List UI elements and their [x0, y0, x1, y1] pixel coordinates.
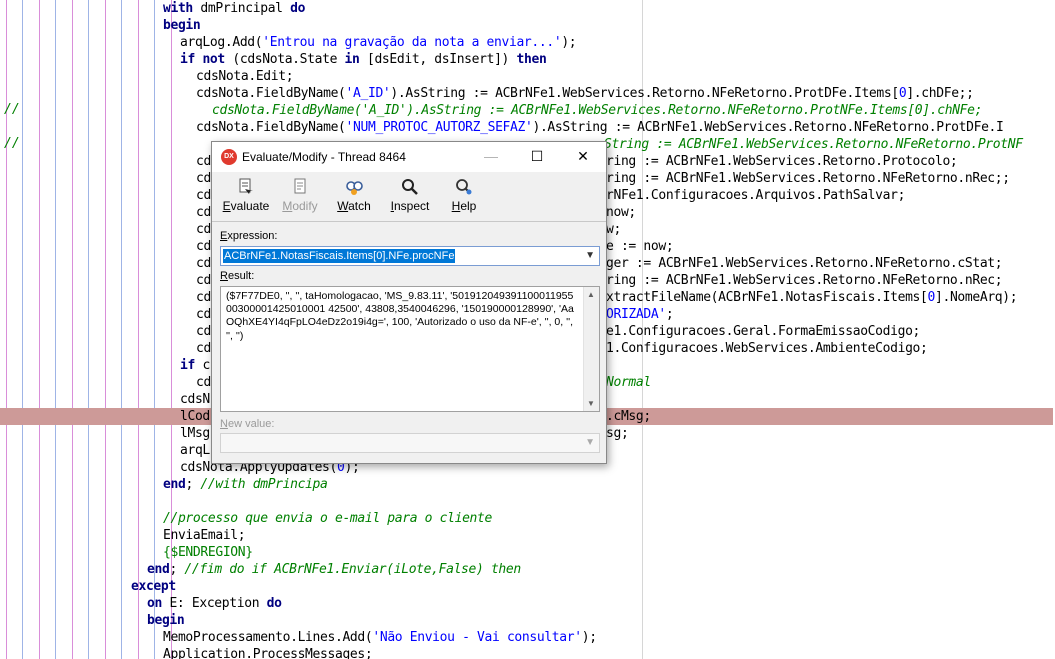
- result-label: Result:: [220, 270, 255, 282]
- code-line[interactable]: ring := ACBrNFe1.WebServices.Retorno.NFe…: [606, 272, 1003, 289]
- comment-slashes: //: [4, 136, 20, 151]
- block-guide: [88, 0, 89, 659]
- new-value-combobox[interactable]: ▼: [220, 433, 600, 453]
- code-line[interactable]: ger := ACBrNFe1.WebServices.Retorno.NFeR…: [606, 255, 1003, 272]
- code-line[interactable]: arqL: [180, 442, 210, 459]
- evaluate-button[interactable]: Evaluate: [222, 178, 270, 218]
- code-line[interactable]: //processo que envia o e-mail para o cli…: [163, 510, 492, 527]
- watch-icon: [346, 181, 363, 195]
- code-line[interactable]: cd: [196, 272, 211, 289]
- code-line[interactable]: cd: [196, 374, 211, 391]
- block-guide: [72, 0, 73, 659]
- code-line[interactable]: cd: [196, 170, 211, 187]
- code-line[interactable]: ring := ACBrNFe1.WebServices.Retorno.NFe…: [606, 170, 1010, 187]
- block-guide: [121, 0, 122, 659]
- code-line[interactable]: end; //with dmPrincipa: [163, 476, 328, 493]
- code-line[interactable]: sg;: [606, 425, 629, 442]
- code-line[interactable]: ring := ACBrNFe1.WebServices.Retorno.Pro…: [606, 153, 958, 170]
- code-line[interactable]: cdsNota.FieldByName('NUM_PROTOC_AUTORZ_S…: [196, 119, 1004, 136]
- code-line[interactable]: on E: Exception do: [147, 595, 282, 612]
- inspect-button[interactable]: Inspect: [388, 178, 432, 218]
- dialog-title: Evaluate/Modify - Thread 8464: [242, 150, 406, 164]
- result-textbox[interactable]: ($7F77DE0, '', '', taHomologacao, 'MS_9.…: [220, 286, 600, 412]
- code-line[interactable]: cdsNota.Edit;: [196, 68, 294, 85]
- code-line[interactable]: e1.Configuracoes.Geral.FormaEmissaoCodig…: [606, 323, 920, 340]
- code-line[interactable]: now;: [606, 204, 636, 221]
- block-guide: [39, 0, 40, 659]
- code-line[interactable]: Normal: [606, 374, 651, 391]
- watch-button[interactable]: Watch: [334, 178, 374, 218]
- code-line[interactable]: cdsNota.FieldByName('A_ID').AsString := …: [196, 85, 974, 102]
- new-value-label: New value:: [220, 418, 275, 430]
- dialog-titlebar[interactable]: DX Evaluate/Modify - Thread 8464 — ☐ ✕: [212, 142, 606, 172]
- block-guide: [22, 0, 23, 659]
- minimize-button[interactable]: —: [468, 142, 514, 172]
- evaluate-icon: [239, 178, 253, 194]
- code-line[interactable]: .cMsg;: [606, 408, 651, 425]
- scroll-up-icon[interactable]: ▲: [587, 290, 595, 299]
- code-line[interactable]: lCod: [180, 408, 210, 425]
- inspect-icon: [402, 179, 418, 195]
- expression-combobox[interactable]: ACBrNFe1.NotasFiscais.Items[0].NFe.procN…: [220, 246, 600, 266]
- code-line[interactable]: cd: [196, 204, 211, 221]
- code-line[interactable]: e := now;: [606, 238, 674, 255]
- code-line[interactable]: cd: [196, 238, 211, 255]
- maximize-button[interactable]: ☐: [514, 142, 560, 172]
- chevron-down-icon[interactable]: ▼: [585, 250, 595, 261]
- modify-icon: [294, 178, 306, 194]
- code-line[interactable]: {$ENDREGION}: [163, 544, 253, 561]
- code-line[interactable]: with dmPrincipal do: [163, 0, 305, 17]
- scroll-down-icon[interactable]: ▼: [587, 399, 595, 408]
- code-line[interactable]: 1.Configuracoes.WebServices.AmbienteCodi…: [606, 340, 928, 357]
- code-line[interactable]: cdsNota.FieldByName('A_ID').AsString := …: [212, 102, 982, 119]
- code-line[interactable]: cd: [196, 306, 211, 323]
- code-line[interactable]: rNFe1.Configuracoes.Arquivos.PathSalvar;: [606, 187, 905, 204]
- code-line[interactable]: cd: [196, 153, 211, 170]
- code-line[interactable]: end; //fim do if ACBrNFe1.Enviar(iLote,F…: [147, 561, 521, 578]
- code-line[interactable]: lMsg: [180, 425, 210, 442]
- code-line[interactable]: begin: [163, 17, 201, 34]
- code-line[interactable]: cd: [196, 323, 211, 340]
- help-button[interactable]: Help: [446, 178, 482, 218]
- code-line[interactable]: cd: [196, 289, 211, 306]
- code-line[interactable]: String := ACBrNFe1.WebServices.Retorno.N…: [604, 136, 1023, 153]
- app-logo-icon: DX: [221, 149, 237, 165]
- chevron-down-icon[interactable]: ▼: [585, 437, 595, 448]
- code-line[interactable]: EnviaEmail;: [163, 527, 246, 544]
- dialog-toolbar: Evaluate Modify Watch Inspect Help: [212, 172, 606, 220]
- code-line[interactable]: w;: [606, 221, 621, 238]
- code-line[interactable]: begin: [147, 612, 185, 629]
- toolbar-divider: [212, 221, 606, 222]
- expression-label: Expression:: [220, 230, 278, 242]
- comment-slashes: //: [4, 102, 20, 117]
- code-line[interactable]: arqLog.Add('Entrou na gravação da nota a…: [180, 34, 577, 51]
- result-value: ($7F77DE0, '', '', taHomologacao, 'MS_9.…: [226, 290, 576, 342]
- code-line[interactable]: ORIZADA';: [606, 306, 674, 323]
- result-scrollbar[interactable]: ▲ ▼: [583, 287, 599, 411]
- code-line[interactable]: cd: [196, 340, 211, 357]
- code-line[interactable]: cd: [196, 187, 211, 204]
- code-line[interactable]: Application.ProcessMessages;: [163, 646, 373, 659]
- code-line[interactable]: except: [131, 578, 176, 595]
- code-line[interactable]: cd: [196, 221, 211, 238]
- block-guide: [138, 0, 139, 659]
- modify-button[interactable]: Modify: [280, 178, 320, 218]
- code-line[interactable]: if not (cdsNota.State in [dsEdit, dsInse…: [180, 51, 547, 68]
- code-line[interactable]: if c: [180, 357, 210, 374]
- code-line[interactable]: cdsN: [180, 391, 210, 408]
- block-guide: [55, 0, 56, 659]
- expression-input[interactable]: ACBrNFe1.NotasFiscais.Items[0].NFe.procN…: [223, 249, 456, 263]
- block-guide: [105, 0, 106, 659]
- block-guide: [6, 0, 7, 659]
- code-line[interactable]: xtractFileName(ACBrNFe1.NotasFiscais.Ite…: [606, 289, 1018, 306]
- close-button[interactable]: ✕: [560, 142, 606, 172]
- code-line[interactable]: cd: [196, 255, 211, 272]
- help-icon: [456, 179, 472, 195]
- evaluate-modify-dialog[interactable]: DX Evaluate/Modify - Thread 8464 — ☐ ✕ E…: [211, 141, 607, 464]
- code-line[interactable]: MemoProcessamento.Lines.Add('Não Enviou …: [163, 629, 597, 646]
